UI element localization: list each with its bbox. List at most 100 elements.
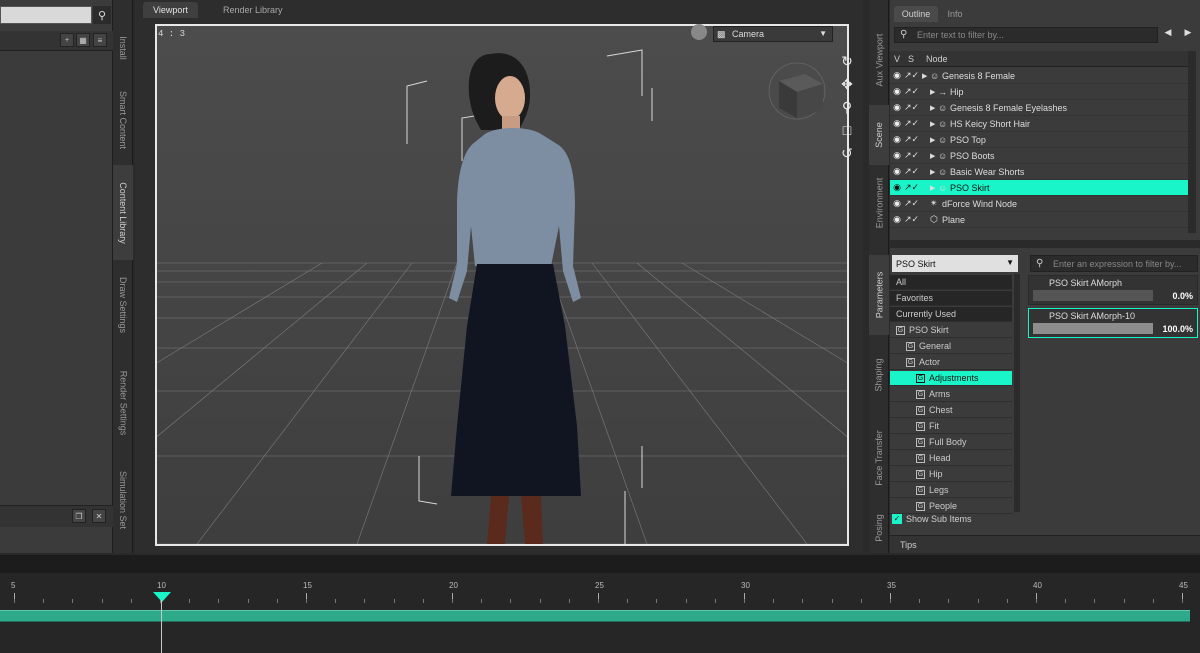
- playhead-marker[interactable]: [153, 592, 171, 602]
- scene-node-row[interactable]: ◉ ↗✓ ✴ dForce Wind Node: [890, 196, 1188, 212]
- view-style-icon[interactable]: [691, 24, 707, 40]
- param-tree-item[interactable]: G Arms: [890, 387, 1012, 402]
- scene-node-row[interactable]: ◉ ↗✓ ▶ ☺ PSO Boots: [890, 148, 1188, 164]
- node-select[interactable]: PSO Skirt ▼: [892, 255, 1018, 272]
- tab-aux-viewport[interactable]: Aux Viewport: [869, 20, 889, 100]
- param-tree-item[interactable]: G Legs: [890, 483, 1012, 498]
- select-arrow-icon[interactable]: ↗✓: [904, 182, 922, 193]
- eye-icon[interactable]: ◉: [890, 198, 904, 209]
- scene-node-row[interactable]: ◉ ↗✓ ▶ ☺ PSO Skirt: [890, 180, 1188, 196]
- param-tree-item[interactable]: All: [890, 275, 1012, 290]
- expand-icon[interactable]: +: [60, 33, 74, 47]
- select-arrow-icon[interactable]: ↗✓: [904, 166, 922, 177]
- tree-scrollbar[interactable]: [1014, 274, 1020, 512]
- eye-icon[interactable]: ◉: [890, 182, 904, 193]
- tab-content-library[interactable]: Content Library: [113, 165, 133, 260]
- select-arrow-icon[interactable]: ↗✓: [904, 214, 922, 225]
- param-tree-item[interactable]: G Actor: [890, 355, 1012, 370]
- tab-render-library[interactable]: Render Library: [213, 2, 293, 18]
- timeline[interactable]: 5 10 15 20 25 30 35 40 45: [0, 555, 1200, 653]
- prev-icon[interactable]: ◀: [1160, 27, 1176, 43]
- tab-environment[interactable]: Environment: [869, 170, 889, 235]
- frame-icon[interactable]: □: [838, 119, 856, 142]
- eye-icon[interactable]: ◉: [890, 150, 904, 161]
- param-tree-item[interactable]: G Full Body: [890, 435, 1012, 450]
- eye-icon[interactable]: ◉: [890, 102, 904, 113]
- eye-icon[interactable]: ◉: [890, 86, 904, 97]
- expand-arrow-icon[interactable]: ▶: [930, 152, 938, 160]
- eye-icon[interactable]: ◉: [890, 214, 904, 225]
- scene-node-row[interactable]: ◉ ↗✓ ▶ ☺ HS Keicy Short Hair: [890, 116, 1188, 132]
- param-tree-item[interactable]: G Chest: [890, 403, 1012, 418]
- param-tree-item[interactable]: G Fit: [890, 419, 1012, 434]
- slider-track[interactable]: [1033, 323, 1153, 334]
- search-icon[interactable]: ⚲: [93, 6, 111, 24]
- select-arrow-icon[interactable]: ↗✓: [904, 86, 922, 97]
- eye-icon[interactable]: ◉: [890, 166, 904, 177]
- param-tree-item[interactable]: Currently Used: [890, 307, 1012, 322]
- viewport-canvas[interactable]: [155, 24, 849, 546]
- timeline-track[interactable]: [0, 610, 1190, 622]
- expand-arrow-icon[interactable]: ▶: [930, 168, 938, 176]
- tab-shaping[interactable]: Shaping: [869, 345, 889, 405]
- param-tree-item[interactable]: Favorites: [890, 291, 1012, 306]
- scene-filter-input[interactable]: ⚲ Enter text to filter by...: [894, 27, 1158, 43]
- camera-select[interactable]: ▩ Camera ▼: [713, 26, 833, 42]
- scene-node-row[interactable]: ◉ ↗✓ ▶ → Hip: [890, 84, 1188, 100]
- zoom-icon[interactable]: ⚲: [838, 96, 856, 119]
- expand-arrow-icon[interactable]: ▶: [930, 184, 938, 192]
- parameter-slider[interactable]: PSO Skirt AMorph 0.0%: [1028, 275, 1198, 305]
- tab-viewport[interactable]: Viewport: [143, 2, 198, 18]
- param-tree-item[interactable]: G PSO Skirt: [890, 323, 1012, 338]
- tab-parameters[interactable]: Parameters: [869, 255, 889, 335]
- eye-icon[interactable]: ◉: [890, 118, 904, 129]
- select-arrow-icon[interactable]: ↗✓: [904, 134, 922, 145]
- param-tree-item[interactable]: G Hip: [890, 467, 1012, 482]
- scene-node-row[interactable]: ◉ ↗✓ ▶ ☺ Genesis 8 Female Eyelashes: [890, 100, 1188, 116]
- param-tree-item[interactable]: G Adjustments: [890, 371, 1012, 386]
- select-arrow-icon[interactable]: ↗✓: [904, 118, 922, 129]
- eye-icon[interactable]: ◉: [890, 134, 904, 145]
- list-view-icon[interactable]: ≡: [93, 33, 107, 47]
- tab-install[interactable]: Install: [113, 18, 133, 78]
- reset-icon[interactable]: ↺: [838, 142, 856, 165]
- delete-icon[interactable]: ✕: [92, 509, 106, 523]
- select-arrow-icon[interactable]: ↗✓: [904, 198, 922, 209]
- select-arrow-icon[interactable]: ↗✓: [904, 150, 922, 161]
- tab-simulation-settings[interactable]: Simulation Set: [113, 460, 133, 540]
- tab-posing[interactable]: Posing: [869, 505, 889, 550]
- eye-icon[interactable]: ◉: [890, 70, 904, 81]
- select-arrow-icon[interactable]: ↗✓: [904, 70, 922, 81]
- orbit-icon[interactable]: ↻: [838, 50, 856, 73]
- expand-arrow-icon[interactable]: ▶: [930, 136, 938, 144]
- pan-icon[interactable]: ✥: [838, 73, 856, 96]
- tab-smart-content[interactable]: Smart Content: [113, 80, 133, 160]
- scene-scrollbar[interactable]: [1188, 51, 1196, 233]
- content-search-input[interactable]: [0, 6, 92, 24]
- scene-node-row[interactable]: ◉ ↗✓ ⬡ Plane: [890, 212, 1188, 228]
- tab-face-transfer[interactable]: Face Transfer: [869, 415, 889, 500]
- tab-render-settings[interactable]: Render Settings: [113, 355, 133, 450]
- tab-scene[interactable]: Scene: [869, 105, 889, 165]
- param-tree-item[interactable]: G General: [890, 339, 1012, 354]
- checkbox-icon[interactable]: ✓: [892, 514, 902, 524]
- next-icon[interactable]: ▶: [1180, 27, 1196, 43]
- slider-track[interactable]: [1033, 290, 1153, 301]
- scene-node-row[interactable]: ◉ ↗✓ ▶ ☺ Genesis 8 Female: [890, 68, 1188, 84]
- expand-arrow-icon[interactable]: ▶: [930, 88, 938, 96]
- param-tree-item[interactable]: G Head: [890, 451, 1012, 466]
- parameter-slider[interactable]: PSO Skirt AMorph-10 100.0%: [1028, 308, 1198, 338]
- scene-node-row[interactable]: ◉ ↗✓ ▶ ☺ Basic Wear Shorts: [890, 164, 1188, 180]
- grid-view-icon[interactable]: ▦: [76, 33, 90, 47]
- tab-info[interactable]: Info: [940, 6, 970, 22]
- expand-arrow-icon[interactable]: ▶: [930, 120, 938, 128]
- tips-bar[interactable]: Tips: [890, 535, 1200, 553]
- select-arrow-icon[interactable]: ↗✓: [904, 102, 922, 113]
- scene-node-row[interactable]: ◉ ↗✓ ▶ ☺ PSO Top: [890, 132, 1188, 148]
- expand-arrow-icon[interactable]: ▶: [922, 72, 930, 80]
- tab-outline[interactable]: Outline: [894, 6, 938, 22]
- expand-arrow-icon[interactable]: ▶: [930, 104, 938, 112]
- tab-draw-settings[interactable]: Draw Settings: [113, 265, 133, 345]
- param-filter-input[interactable]: ⚲ Enter an expression to filter by...: [1030, 255, 1198, 272]
- copy-icon[interactable]: ❐: [72, 509, 86, 523]
